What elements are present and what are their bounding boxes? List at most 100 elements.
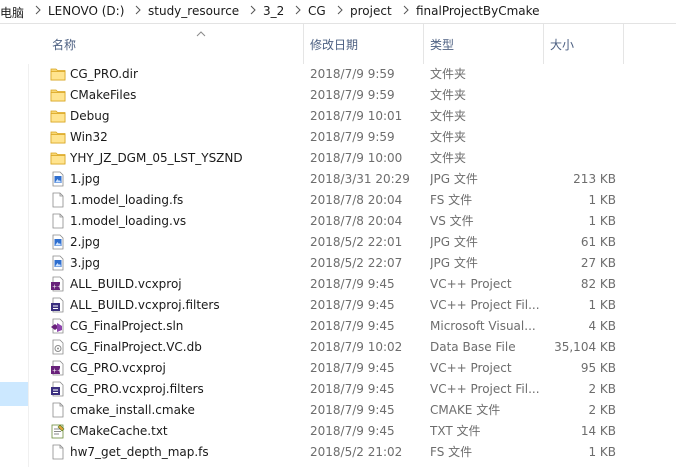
file-row[interactable]: cmake_install.cmake 2018/7/9 9:45 CMAKE 文件… — [28, 400, 676, 421]
file-row[interactable]: 1.model_loading.fs 2018/7/8 20:04 FS 文件 1 K… — [28, 190, 676, 211]
file-type: FS 文件 — [430, 193, 473, 207]
file-name: CG_FinalProject.sln — [70, 319, 184, 333]
file-name: 1.model_loading.vs — [70, 214, 187, 228]
file-name: Debug — [70, 109, 110, 123]
blank-file-icon — [50, 192, 66, 208]
folder-icon — [50, 66, 66, 82]
file-type: 文件夹 — [430, 109, 467, 123]
file-type: JPG 文件 — [430, 172, 478, 186]
file-name: 1.model_loading.fs — [70, 193, 184, 207]
image-file-icon — [50, 234, 66, 250]
file-row[interactable]: CG_FinalProject.VC.db 2018/7/9 10:02 Data … — [28, 337, 676, 358]
file-type: VC++ Project — [430, 277, 512, 291]
breadcrumb-segment[interactable]: study_resource — [148, 4, 239, 18]
file-name: CG_PRO.vcxproj.filters — [70, 382, 204, 396]
file-row[interactable]: YHY_JZ_DGM_05_LST_YSZND 2018/7/9 10:00 文件夹 — [28, 148, 676, 169]
file-row[interactable]: 1.model_loading.vs 2018/7/8 20:04 VS 文件 1 K… — [28, 211, 676, 232]
svg-text:++: ++ — [52, 368, 62, 375]
file-name: 1.jpg — [70, 172, 101, 186]
breadcrumb: 电脑 LENOVO (D:) study_resource 3_2 CG project f… — [0, 0, 676, 24]
image-file-icon — [50, 255, 66, 271]
breadcrumb-segment[interactable]: 3_2 — [263, 4, 284, 18]
vcxproj-icon: ++ — [50, 276, 66, 292]
column-header-size[interactable]: 大小 — [544, 24, 624, 64]
file-name: ALL_BUILD.vcxproj.filters — [70, 298, 220, 312]
file-type: 文件夹 — [430, 130, 467, 144]
file-date-modified: 2018/7/9 9:59 — [310, 88, 395, 102]
file-row[interactable]: Debug 2018/7/9 10:01 文件夹 — [28, 106, 676, 127]
file-date-modified: 2018/7/9 9:45 — [310, 361, 395, 375]
file-size: 213 KB — [573, 172, 616, 186]
file-row[interactable]: ++ ALL_BUILD.vcxproj 2018/7/9 9:45 VC++ Pro… — [28, 274, 676, 295]
file-name: CG_PRO.dir — [70, 67, 138, 81]
file-row[interactable]: CMakeFiles 2018/7/9 9:59 文件夹 — [28, 85, 676, 106]
file-size: 2 KB — [588, 403, 616, 417]
file-date-modified: 2018/7/9 9:45 — [310, 298, 395, 312]
file-name: 2.jpg — [70, 235, 101, 249]
breadcrumb-segment[interactable]: project — [350, 4, 392, 18]
file-row[interactable]: 2.jpg 2018/5/2 22:01 JPG 文件 61 KB — [28, 232, 676, 253]
svg-text:++: ++ — [52, 284, 62, 291]
file-row[interactable]: CG_PRO.dir 2018/7/9 9:59 文件夹 — [28, 64, 676, 85]
vcxproj-icon: ++ — [50, 360, 66, 376]
file-size: 4 KB — [588, 319, 616, 333]
folder-icon — [50, 129, 66, 145]
file-size: 35,104 KB — [554, 340, 616, 354]
chevron-right-icon[interactable] — [249, 3, 257, 17]
column-header-date[interactable]: 修改日期 — [304, 24, 424, 64]
file-size: 14 KB — [580, 424, 616, 438]
file-date-modified: 2018/7/9 10:02 — [310, 340, 403, 354]
file-date-modified: 2018/3/31 20:29 — [310, 172, 410, 186]
file-size — [542, 106, 616, 127]
breadcrumb-segment[interactable]: finalProjectByCmake — [416, 4, 540, 18]
file-row[interactable]: 1.jpg 2018/3/31 20:29 JPG 文件 213 KB — [28, 169, 676, 190]
file-name: YHY_JZ_DGM_05_LST_YSZND — [70, 151, 243, 165]
vcxproj-filters-icon — [50, 381, 66, 397]
file-date-modified: 2018/7/9 9:45 — [310, 277, 395, 291]
file-row[interactable]: CG_PRO.vcxproj.filters 2018/7/9 9:45 VC++ … — [28, 379, 676, 400]
blank-file-icon — [50, 402, 66, 418]
file-size: 1 KB — [588, 214, 616, 228]
file-size: 61 KB — [580, 235, 616, 249]
file-row[interactable]: Win32 2018/7/9 9:59 文件夹 — [28, 127, 676, 148]
breadcrumb-segment[interactable]: 电脑 — [0, 4, 24, 21]
sort-ascending-icon — [196, 31, 206, 37]
file-type: 文件夹 — [430, 151, 467, 165]
chevron-right-icon[interactable] — [336, 3, 344, 17]
breadcrumb-segment[interactable]: LENOVO (D:) — [48, 4, 124, 18]
file-type: FS 文件 — [430, 445, 473, 459]
file-type: 文件夹 — [430, 88, 467, 102]
file-row[interactable]: ++ CG_PRO.vcxproj 2018/7/9 9:45 VC++ Projec… — [28, 358, 676, 379]
file-size — [542, 127, 616, 148]
column-header-name[interactable]: 名称 — [28, 24, 304, 64]
file-row[interactable]: CG_FinalProject.sln 2018/7/9 9:45 Microsof… — [28, 316, 676, 337]
file-type: 文件夹 — [430, 67, 467, 81]
folder-icon — [50, 150, 66, 166]
breadcrumb-segment[interactable]: CG — [308, 4, 326, 18]
file-name: Win32 — [70, 130, 108, 144]
file-name: CMakeCache.txt — [70, 424, 168, 438]
file-row[interactable]: ALL_BUILD.vcxproj.filters 2018/7/9 9:45 VC… — [28, 295, 676, 316]
navigation-pane-selected-item[interactable] — [0, 382, 28, 406]
blank-file-icon — [50, 444, 66, 460]
chevron-right-icon[interactable] — [134, 3, 142, 17]
navigation-pane[interactable] — [0, 24, 29, 467]
text-file-icon — [50, 423, 66, 439]
folder-icon — [50, 108, 66, 124]
column-header-type[interactable]: 类型 — [424, 24, 544, 64]
file-date-modified: 2018/7/9 9:59 — [310, 130, 395, 144]
file-size: 95 KB — [580, 361, 616, 375]
image-file-icon — [50, 171, 66, 187]
file-row[interactable]: hw7_get_depth_map.fs 2018/5/2 21:02 FS 文件 1… — [28, 442, 676, 463]
file-date-modified: 2018/7/9 9:45 — [310, 319, 395, 333]
chevron-right-icon[interactable] — [294, 3, 302, 17]
file-size: 1 KB — [588, 193, 616, 207]
chevron-right-icon[interactable] — [402, 3, 410, 17]
file-type: VC++ Project Fil... — [430, 382, 540, 396]
solution-icon — [50, 318, 66, 334]
chevron-right-icon[interactable] — [34, 3, 42, 17]
file-row[interactable]: 3.jpg 2018/5/2 22:07 JPG 文件 27 KB — [28, 253, 676, 274]
file-row[interactable]: CMakeCache.txt 2018/7/9 9:45 TXT 文件 14 KB — [28, 421, 676, 442]
file-type: VS 文件 — [430, 214, 474, 228]
file-name: CG_FinalProject.VC.db — [70, 340, 202, 354]
